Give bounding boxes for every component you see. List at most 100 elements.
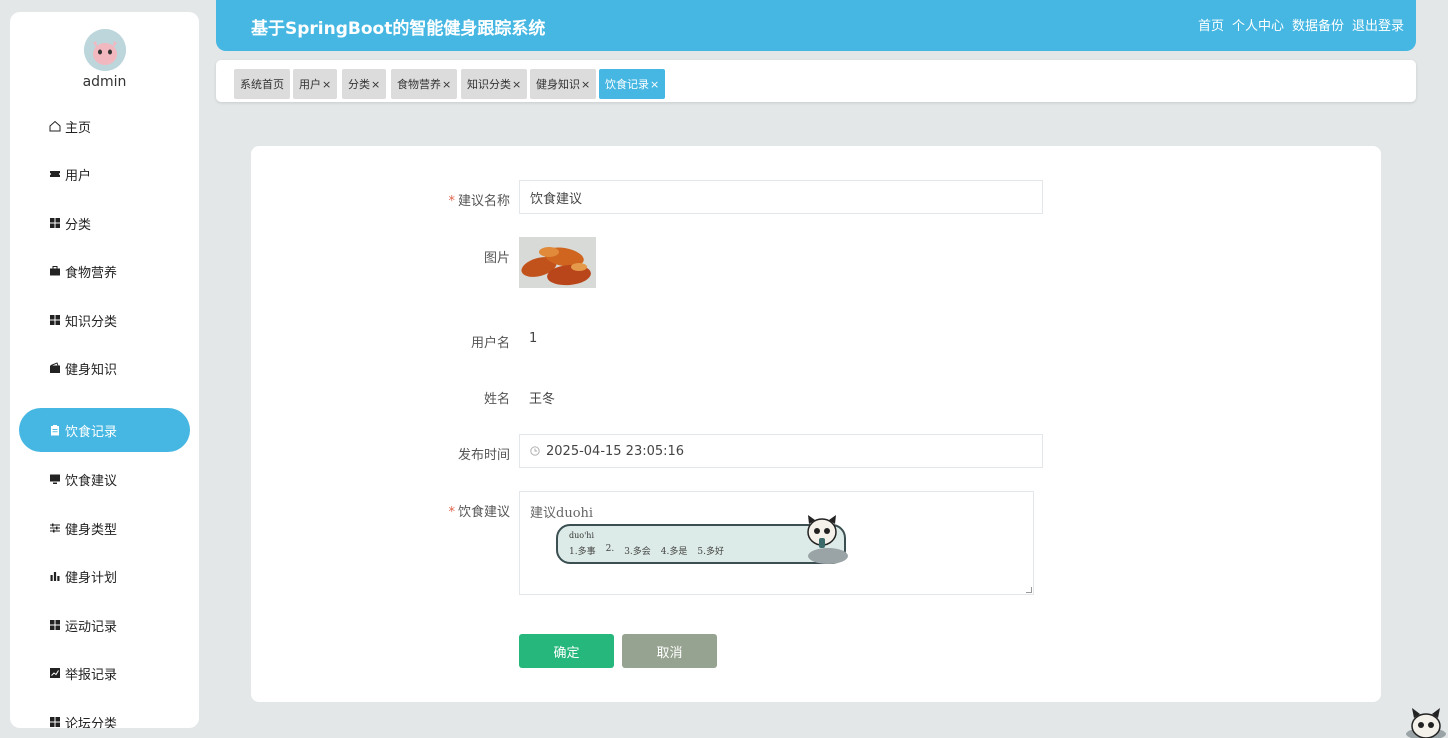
close-icon[interactable]: × bbox=[581, 78, 590, 91]
corner-mascot-icon bbox=[1396, 704, 1448, 738]
sidebar-item-forum-category[interactable]: 论坛分类 bbox=[19, 700, 190, 728]
tab-label: 系统首页 bbox=[240, 78, 284, 91]
name-value: 王冬 bbox=[529, 392, 556, 407]
nav-link-backup[interactable]: 数据备份 bbox=[1292, 15, 1344, 34]
sidebar-item-users[interactable]: 用户 bbox=[19, 152, 190, 196]
monitor-icon bbox=[48, 473, 61, 486]
ime-candidate[interactable]: 2. bbox=[606, 544, 615, 557]
grid-icon bbox=[48, 619, 61, 632]
ime-mascot-icon bbox=[800, 514, 850, 566]
username: admin bbox=[82, 74, 127, 90]
home-icon bbox=[48, 120, 61, 133]
clock-icon bbox=[530, 446, 540, 456]
sidebar-item-exercise-record[interactable]: 运动记录 bbox=[19, 603, 190, 647]
sidebar-item-label: 举报记录 bbox=[65, 667, 118, 683]
ime-candidate[interactable]: 1.多事 bbox=[569, 544, 596, 557]
suggestion-name-label: * 建议名称 bbox=[448, 194, 510, 209]
sidebar-item-fitness-knowledge[interactable]: 健身知识 bbox=[19, 346, 190, 390]
top-nav-links: 首页 个人中心 数据备份 退出登录 bbox=[1198, 15, 1404, 34]
ime-candidate-popup[interactable]: duo'hi 1.多事 2. 3.多会 4.多是 5.多好 bbox=[556, 515, 848, 564]
tab-users[interactable]: 用户 × bbox=[293, 69, 338, 99]
form-card: * 建议名称 饮食建议 图片 用户名 1 姓名 王冬 发布时间 2025-04-1… bbox=[251, 146, 1381, 702]
resize-handle[interactable] bbox=[1026, 587, 1032, 593]
sidebar-item-label: 分类 bbox=[65, 217, 92, 233]
ime-pinyin: duo'hi bbox=[569, 531, 594, 540]
grid-icon bbox=[48, 314, 61, 327]
sidebar-item-diet-record[interactable]: 饮食记录 bbox=[19, 408, 190, 452]
close-icon[interactable]: × bbox=[442, 78, 451, 91]
suggestion-name-input[interactable]: 饮食建议 bbox=[519, 180, 1043, 214]
cancel-button[interactable]: 取消 bbox=[622, 634, 717, 668]
sidebar-item-label: 饮食记录 bbox=[65, 424, 118, 440]
sidebar-item-label: 饮食建议 bbox=[65, 473, 118, 489]
tab-label: 健身知识 bbox=[536, 78, 580, 91]
close-icon[interactable]: × bbox=[371, 78, 380, 91]
sidebar-item-label: 食物营养 bbox=[65, 265, 118, 281]
required-mark: * bbox=[448, 194, 455, 209]
avatar[interactable] bbox=[84, 29, 126, 71]
sidebar-item-label: 知识分类 bbox=[65, 314, 118, 330]
sidebar-item-category[interactable]: 分类 bbox=[19, 201, 190, 245]
clipboard-icon bbox=[48, 424, 61, 437]
tab-fitness-knowledge[interactable]: 健身知识 × bbox=[530, 69, 597, 99]
name-label: 姓名 bbox=[483, 392, 510, 407]
confirm-button[interactable]: 确定 bbox=[519, 634, 614, 668]
sidebar-item-knowledge-category[interactable]: 知识分类 bbox=[19, 298, 190, 342]
food-image[interactable] bbox=[519, 237, 596, 288]
tab-label: 分类 bbox=[348, 78, 370, 91]
tab-knowledge-category[interactable]: 知识分类 × bbox=[461, 69, 528, 99]
sidebar-item-label: 运动记录 bbox=[65, 619, 118, 635]
tab-label: 饮食记录 bbox=[605, 78, 649, 91]
sidebar-item-fitness-type[interactable]: 健身类型 bbox=[19, 506, 190, 550]
briefcase-icon bbox=[48, 265, 61, 278]
top-header: 基于SpringBoot的智能健身跟踪系统 首页 个人中心 数据备份 退出登录 bbox=[216, 0, 1416, 51]
ime-candidates: 1.多事 2. 3.多会 4.多是 5.多好 bbox=[569, 544, 724, 557]
sidebar: admin 主页 用户 分类 食物营养 知识分类 健身知识 饮食记录 饮食建议 … bbox=[10, 12, 199, 728]
nav-link-logout[interactable]: 退出登录 bbox=[1352, 15, 1404, 34]
nav-link-profile[interactable]: 个人中心 bbox=[1232, 15, 1284, 34]
tab-label: 知识分类 bbox=[467, 78, 511, 91]
bar-chart-icon bbox=[48, 570, 61, 583]
tab-label: 用户 bbox=[299, 78, 321, 91]
sliders-icon bbox=[48, 522, 61, 535]
tab-food-nutrition[interactable]: 食物营养 × bbox=[391, 69, 458, 99]
grid-icon bbox=[48, 716, 61, 729]
sidebar-item-home[interactable]: 主页 bbox=[19, 104, 190, 148]
grid-icon bbox=[48, 217, 61, 230]
ime-candidate[interactable]: 4.多是 bbox=[661, 544, 688, 557]
publish-time-label: 发布时间 bbox=[457, 448, 510, 463]
sidebar-item-report-record[interactable]: 举报记录 bbox=[19, 651, 190, 695]
suggestion-name-value: 饮食建议 bbox=[530, 191, 583, 207]
diet-advice-label: * 饮食建议 bbox=[448, 505, 510, 520]
username-label: 用户名 bbox=[470, 336, 510, 351]
ime-candidate[interactable]: 3.多会 bbox=[624, 544, 651, 557]
sidebar-item-label: 论坛分类 bbox=[65, 716, 118, 729]
sidebar-item-label: 健身类型 bbox=[65, 522, 118, 538]
publish-time-input[interactable]: 2025-04-15 23:05:16 bbox=[519, 434, 1043, 468]
image-label: 图片 bbox=[483, 251, 510, 266]
tab-bar: 系统首页 用户 × 分类 × 食物营养 × 知识分类 × 健身知识 × 饮食记录 × bbox=[216, 60, 1416, 102]
nav-link-home[interactable]: 首页 bbox=[1198, 15, 1224, 34]
ime-candidate[interactable]: 5.多好 bbox=[697, 544, 724, 557]
tab-label: 食物营养 bbox=[397, 78, 441, 91]
close-icon[interactable]: × bbox=[650, 78, 659, 91]
line-chart-icon bbox=[48, 667, 61, 680]
publish-time-value: 2025-04-15 23:05:16 bbox=[546, 443, 685, 459]
close-icon[interactable]: × bbox=[512, 78, 521, 91]
tab-system-home[interactable]: 系统首页 bbox=[234, 69, 290, 99]
ticket-icon bbox=[48, 168, 61, 181]
diet-advice-value: 建议duohi bbox=[530, 506, 594, 521]
tab-diet-record[interactable]: 饮食记录 × bbox=[599, 69, 666, 99]
close-icon[interactable]: × bbox=[322, 78, 331, 91]
sidebar-item-label: 主页 bbox=[65, 120, 92, 136]
app-title: 基于SpringBoot的智能健身跟踪系统 bbox=[251, 19, 546, 39]
sidebar-item-food-nutrition[interactable]: 食物营养 bbox=[19, 249, 190, 293]
sidebar-item-diet-advice[interactable]: 饮食建议 bbox=[19, 457, 190, 501]
tab-category[interactable]: 分类 × bbox=[342, 69, 387, 99]
sidebar-item-label: 健身知识 bbox=[65, 362, 118, 378]
required-mark: * bbox=[448, 505, 455, 520]
sidebar-item-label: 健身计划 bbox=[65, 570, 118, 586]
sidebar-item-fitness-plan[interactable]: 健身计划 bbox=[19, 554, 190, 598]
wallet-icon bbox=[48, 362, 61, 375]
username-value: 1 bbox=[529, 331, 538, 346]
